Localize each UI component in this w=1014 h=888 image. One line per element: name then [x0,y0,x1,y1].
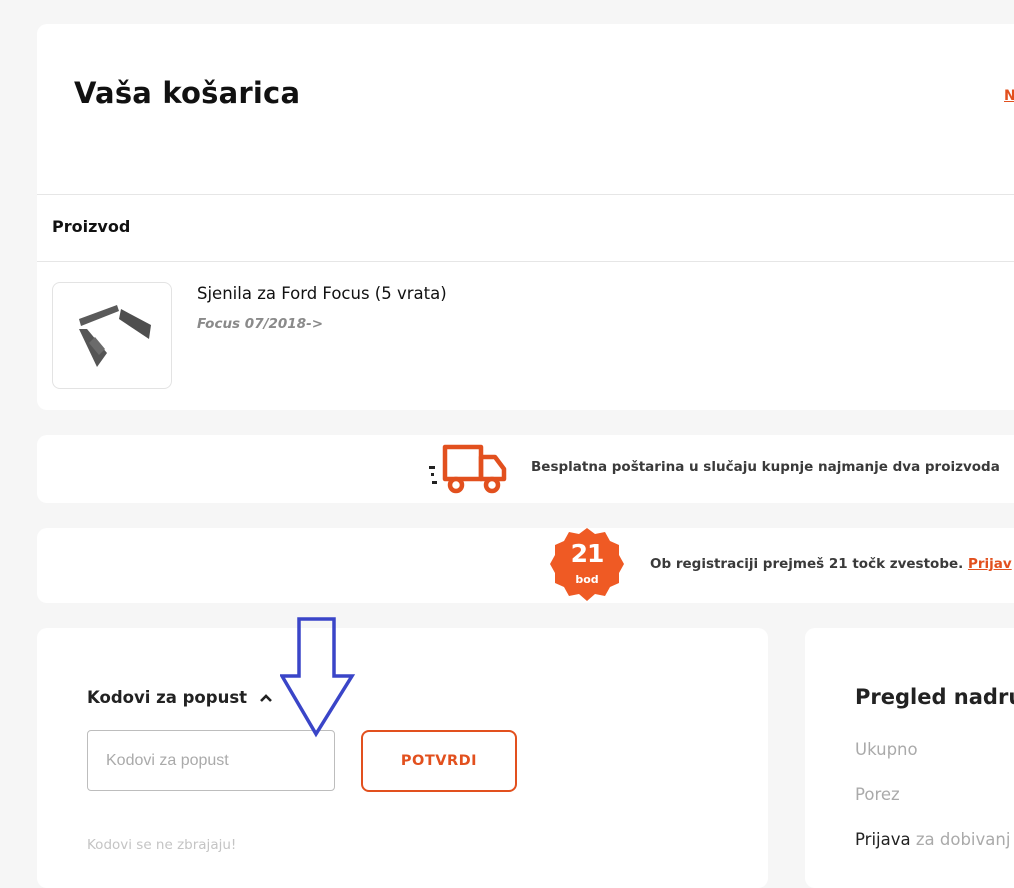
order-summary-title: Pregled nadru [855,685,1014,709]
summary-tax-label: Porez [855,785,900,804]
loyalty-text: Ob registraciji prejmeš 21 točk zvestobe… [650,556,1012,572]
discount-note: Kodovi se ne zbrajaju! [87,837,237,853]
loyalty-banner: 21 bod Ob registraciji prejmeš 21 točk z… [37,528,1014,603]
register-link[interactable]: Prijav [968,556,1012,572]
badge-points-value: 21 [570,539,605,568]
free-shipping-banner: Besplatna poštarina u slučaju kupnje naj… [37,435,1014,503]
confirm-discount-button[interactable]: POTVRDI [361,730,517,792]
chevron-up-icon[interactable] [259,688,273,707]
discount-code-input[interactable] [87,730,335,791]
product-name[interactable]: Sjenila za Ford Focus (5 vrata) [197,284,447,303]
summary-total-label: Ukupno [855,740,918,759]
loyalty-message: Ob registraciji prejmeš 21 točk zvestobe… [650,556,964,572]
cart-card: Vaša košarica N Proizvod Sjenila za Ford… [37,24,1014,410]
badge-points-label: bod [575,573,599,586]
truck-icon [429,440,509,500]
login-link[interactable]: Prijava [855,830,911,849]
divider [37,194,1014,195]
divider [37,261,1014,262]
discount-codes-heading: Kodovi za popust [87,688,248,707]
page-title: Vaša košarica [74,76,301,110]
discount-codes-toggle[interactable]: Kodovi za popust [87,688,273,707]
product-thumbnail[interactable] [52,282,172,389]
product-column-header: Proizvod [52,217,131,236]
points-badge: 21 bod [549,527,625,607]
free-shipping-text: Besplatna poštarina u slučaju kupnje naj… [531,459,1000,475]
header-link[interactable]: N [1004,88,1014,104]
discount-codes-card: Kodovi za popust POTVRDI Kodovi se ne zb… [37,628,768,888]
summary-login-row: Prijava za dobivanj [855,830,1010,849]
login-hint-text: za dobivanj [915,830,1011,849]
product-model: Focus 07/2018-> [197,316,324,332]
order-summary-card: Pregled nadru Ukupno Porez Prijava za do… [805,628,1014,888]
